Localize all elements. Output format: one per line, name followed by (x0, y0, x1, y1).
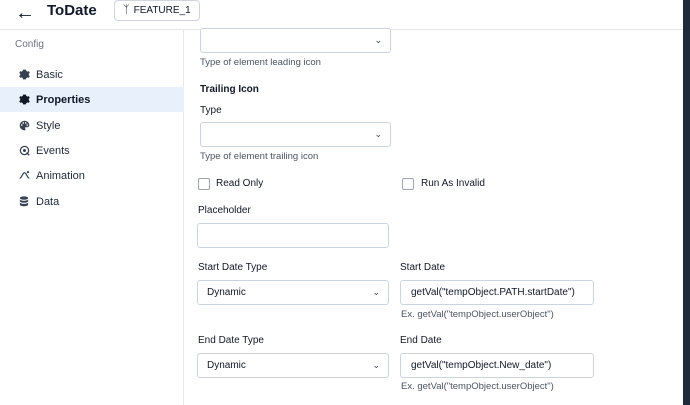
chevron-down-icon: ⌄ (374, 35, 382, 45)
read-only-label: Read Only (216, 178, 264, 189)
gear-icon (18, 69, 30, 81)
start-date-type-label: Start Date Type (198, 262, 268, 273)
sidebar-item-events[interactable]: Events (0, 138, 184, 163)
sidebar-section-label: Config (15, 39, 44, 50)
sidebar-item-animation[interactable]: Animation (0, 163, 184, 188)
chevron-down-icon: ⌄ (372, 287, 380, 297)
start-date-hint: Ex. getVal("tempObject.userObject") (401, 309, 554, 320)
properties-panel: ⌄ Type of element leading icon Trailing … (185, 28, 682, 405)
sidebar-item-label: Events (36, 144, 70, 157)
leading-icon-type-select[interactable]: ⌄ (200, 28, 391, 53)
trailing-icon-type-label: Type (200, 105, 222, 116)
trailing-icon-hint: Type of element trailing icon (200, 151, 319, 162)
end-date-hint: Ex. getVal("tempObject.userObject") (401, 381, 554, 392)
read-only-checkbox[interactable] (198, 178, 210, 190)
sidebar-item-data[interactable]: Data (0, 189, 184, 214)
start-date-label: Start Date (400, 262, 446, 273)
end-date-type-label: End Date Type (198, 335, 264, 346)
gear-icon (18, 94, 30, 106)
page-title: ToDate (47, 2, 97, 19)
chevron-down-icon: ⌄ (374, 129, 382, 139)
end-date-label: End Date (400, 335, 442, 346)
config-sidebar: Config Basic Properties Style Events Ani… (0, 30, 184, 405)
run-as-invalid-checkbox[interactable] (402, 178, 414, 190)
animation-icon (18, 170, 30, 182)
start-date-input-value: getVal("tempObject.PATH.startDate") (411, 287, 575, 298)
sidebar-item-label: Properties (36, 93, 91, 106)
select-value: Dynamic (207, 360, 246, 371)
sidebar-item-label: Animation (36, 169, 85, 182)
sidebar-item-label: Data (36, 195, 60, 208)
start-date-input[interactable]: getVal("tempObject.PATH.startDate") (400, 280, 594, 305)
branch-name: FEATURE_1 (133, 5, 191, 16)
sidebar-item-label: Style (36, 119, 61, 132)
database-icon (18, 196, 30, 208)
sidebar-item-properties[interactable]: Properties (0, 87, 184, 112)
chevron-down-icon: ⌄ (372, 360, 380, 370)
select-value: Dynamic (207, 287, 246, 298)
placeholder-input[interactable] (197, 223, 389, 248)
top-header: ← ToDate ᛉ FEATURE_1 (0, 0, 690, 30)
end-date-input-value: getVal("tempObject.New_date") (411, 360, 552, 371)
events-icon (18, 145, 30, 157)
placeholder-label: Placeholder (198, 205, 251, 216)
sidebar-item-label: Basic (36, 68, 63, 81)
leading-icon-hint: Type of element leading icon (200, 57, 321, 68)
trailing-icon-type-select[interactable]: ⌄ (200, 122, 391, 147)
branch-selector[interactable]: ᛉ FEATURE_1 (114, 0, 200, 21)
palette-icon (18, 120, 30, 132)
start-date-type-select[interactable]: Dynamic ⌄ (197, 280, 389, 305)
trailing-icon-heading: Trailing Icon (200, 84, 259, 95)
back-arrow-icon[interactable]: ← (15, 3, 35, 23)
scrollbar[interactable] (683, 0, 690, 405)
end-date-input[interactable]: getVal("tempObject.New_date") (400, 353, 594, 378)
end-date-type-select[interactable]: Dynamic ⌄ (197, 353, 389, 378)
git-branch-icon: ᛉ (123, 4, 130, 16)
sidebar-item-basic[interactable]: Basic (0, 62, 184, 87)
run-as-invalid-label: Run As Invalid (421, 178, 485, 189)
sidebar-item-style[interactable]: Style (0, 113, 184, 138)
